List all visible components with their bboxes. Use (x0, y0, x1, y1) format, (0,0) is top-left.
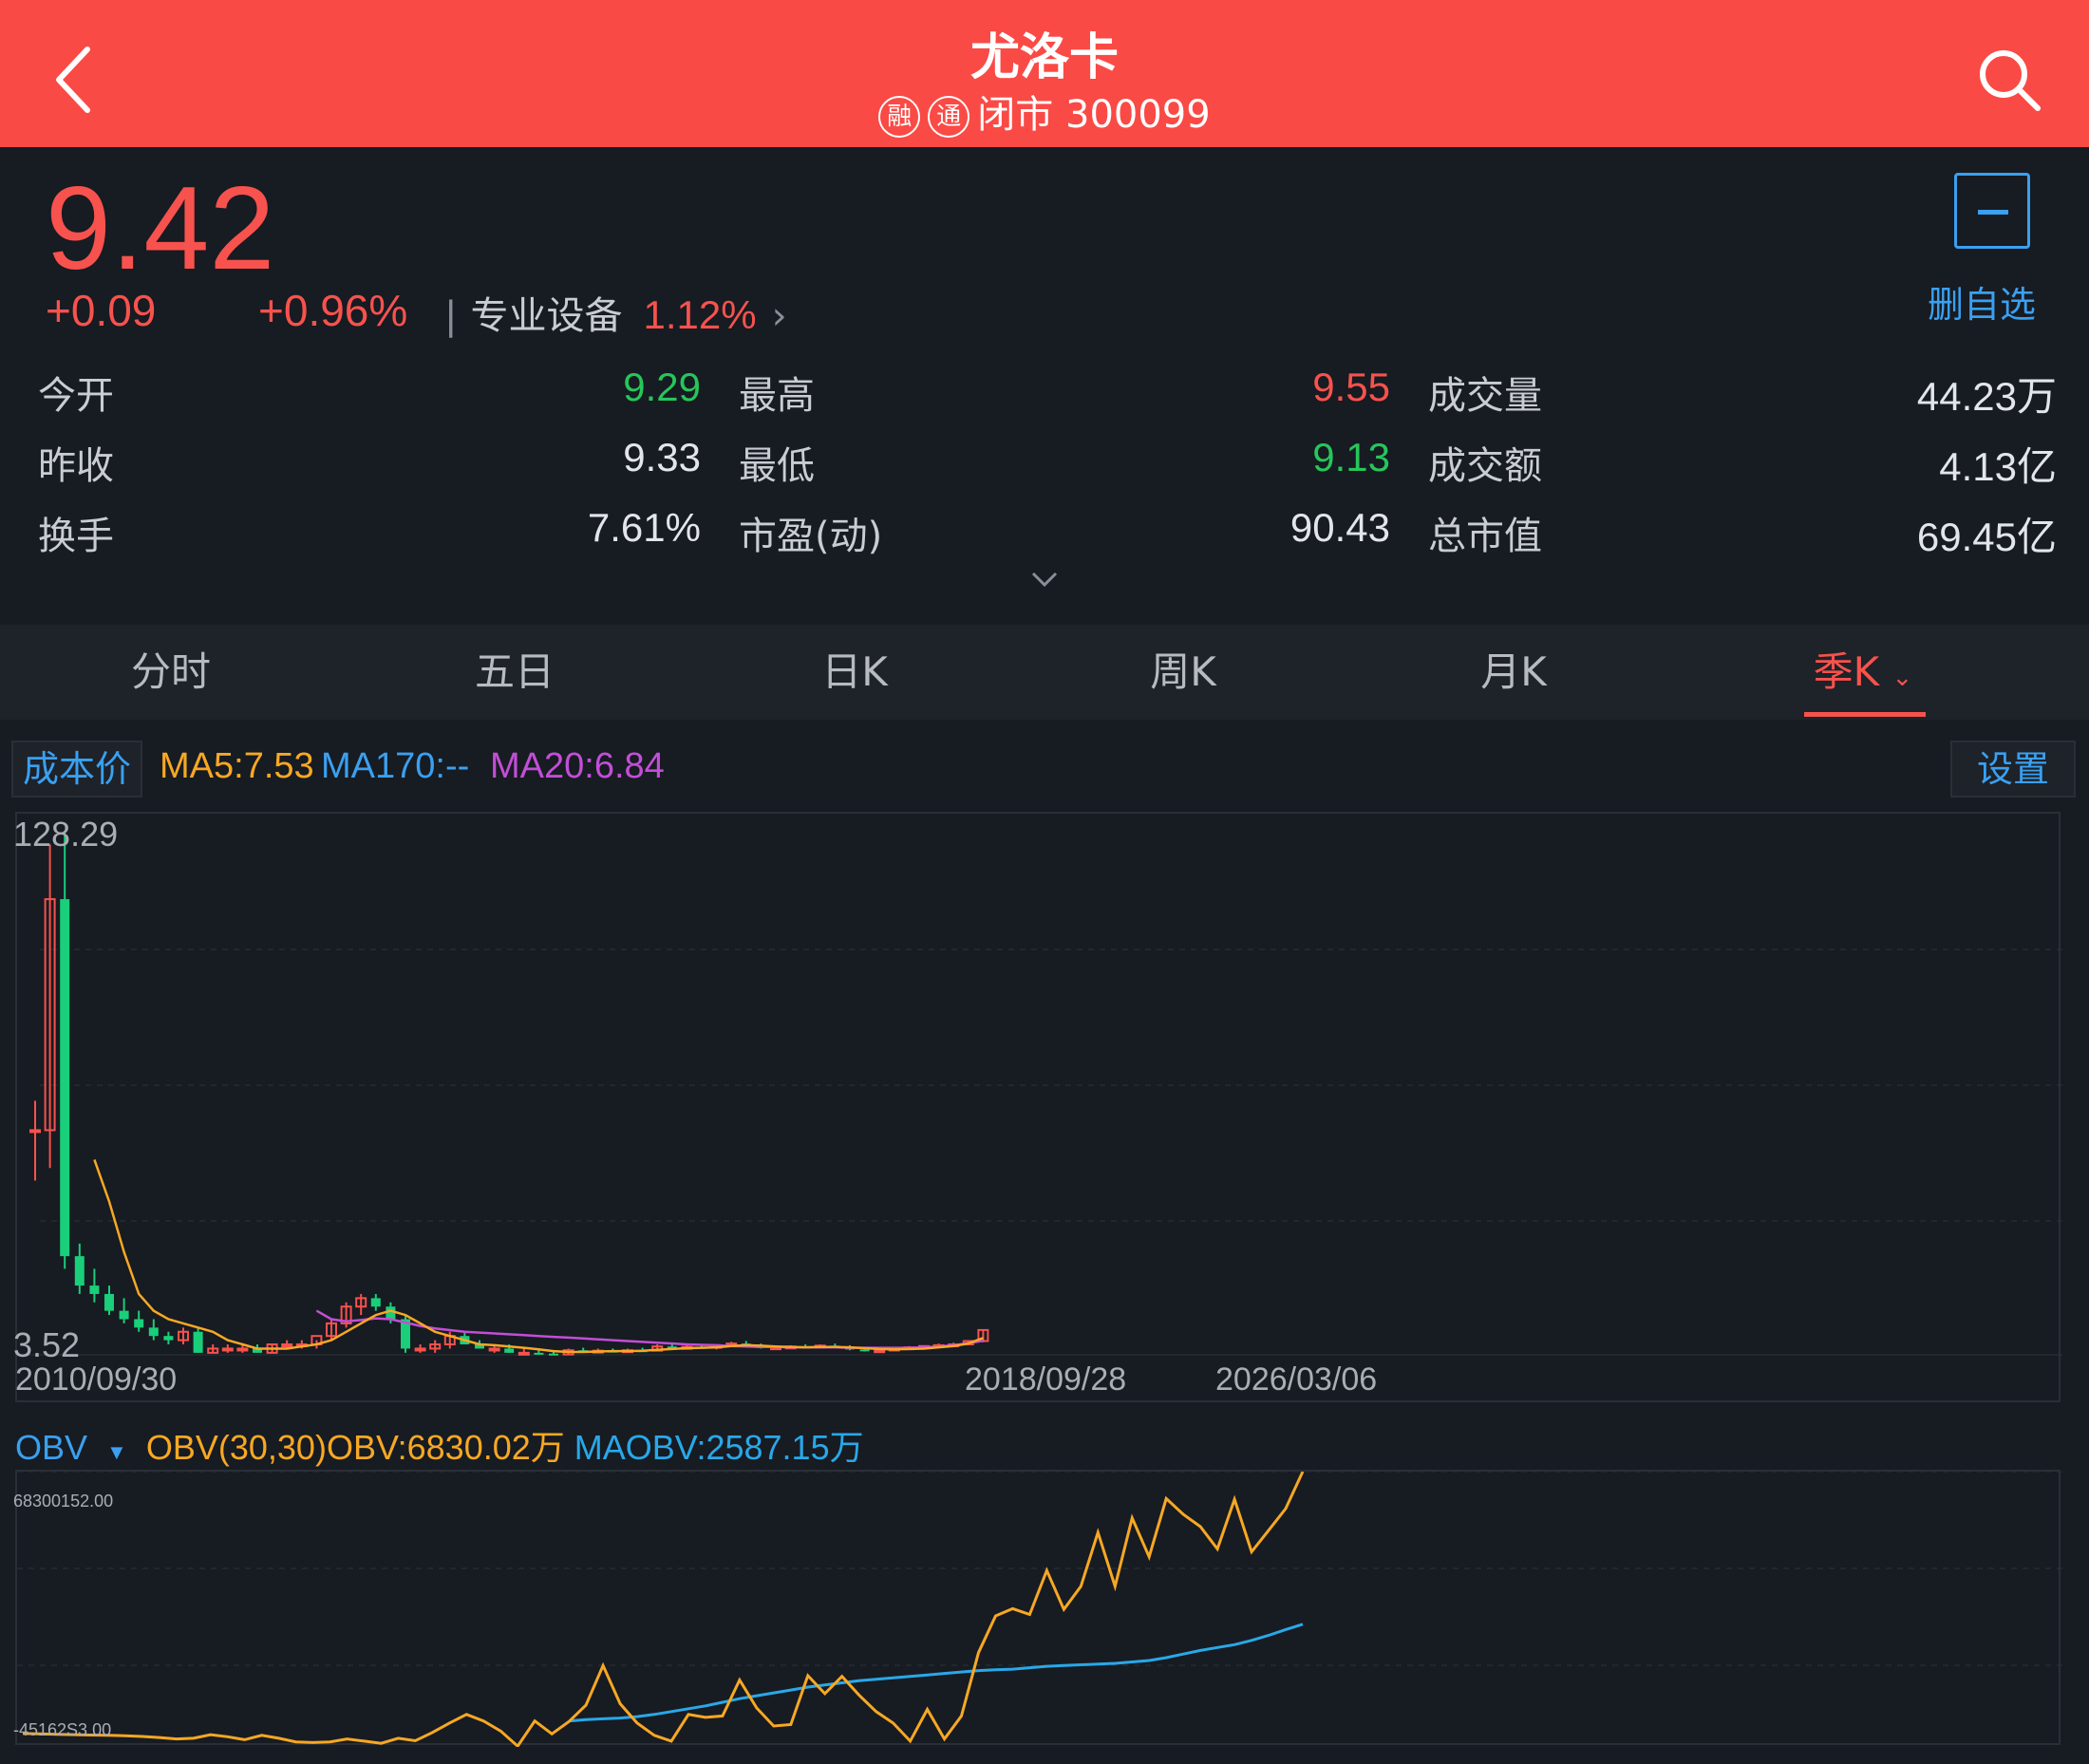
sector-link[interactable]: | 专业设备 1.12% › (444, 285, 787, 340)
candle-body (221, 1347, 234, 1352)
ma5-line (93, 1158, 984, 1354)
stat-label: 最高 (739, 374, 815, 418)
last-price: 9.42 (46, 163, 275, 294)
stat-value: 4.13亿 (1939, 444, 2057, 489)
search-icon[interactable] (1975, 46, 2043, 114)
candle-body (488, 1347, 500, 1352)
candle-body (504, 1348, 515, 1353)
x-label-end: 2026/03/06 (1215, 1361, 1378, 1398)
maobv-value: MAOBV:2587.15万 (574, 1428, 864, 1467)
obv-chart[interactable] (15, 1470, 2062, 1747)
market-status: 融通闭市 300099 (0, 84, 2089, 139)
candle-body (236, 1347, 249, 1352)
kline-svg (17, 831, 2062, 1356)
remove-watchlist-button[interactable] (1954, 173, 2030, 249)
sector-change: 1.12% (643, 292, 757, 337)
price-change-percent: +0.96% (258, 286, 408, 335)
obv-params: OBV(30,30) (145, 1428, 327, 1467)
candle-body (163, 1336, 174, 1341)
chevron-right-icon: › (771, 294, 787, 338)
caret-down-icon[interactable]: ▼ (106, 1440, 127, 1464)
tab-daily-k[interactable]: 日K (760, 625, 950, 720)
stat-label: 成交量 (1428, 374, 1542, 418)
stock-name: 尤洛卡 (969, 29, 1119, 86)
ma20-line (315, 1309, 984, 1349)
candle-body (74, 1256, 85, 1286)
stat-value: 9.33 (623, 435, 701, 479)
obv-legend: OBV ▼ OBV(30,30)OBV:6830.02万 MAOBV:2587.… (15, 1420, 864, 1470)
sector-name: 专业设备 (470, 294, 623, 338)
kline-chart[interactable] (15, 812, 2062, 1402)
tab-quarterly-k-label: 季K (1813, 648, 1880, 695)
obv-value: OBV:6830.02万 (326, 1428, 565, 1467)
stat-label: 成交额 (1428, 444, 1542, 488)
stat-label: 市盈(动) (739, 515, 883, 558)
stat-label: 昨收 (38, 444, 114, 488)
status-and-code: 闭市 300099 (977, 93, 1211, 137)
candle-body (549, 1353, 558, 1356)
stat-value: 9.55 (1312, 365, 1390, 409)
remove-watchlist-label[interactable]: 删自选 (1928, 275, 2036, 328)
maobv-line (568, 1623, 1304, 1723)
active-tab-indicator (1804, 712, 1926, 717)
stat-value: 9.13 (1312, 435, 1390, 479)
stat-value: 7.61% (587, 505, 701, 550)
stat-value: 90.43 (1289, 505, 1390, 550)
divider: | (444, 294, 458, 338)
candle-body (29, 1129, 41, 1134)
candle-body (134, 1319, 144, 1328)
connect-badge: 通 (928, 96, 970, 138)
obv-min-label: -45162S3.00 (13, 1720, 112, 1739)
chevron-down-icon: ⌄ (1891, 664, 1913, 692)
candle-body (534, 1352, 544, 1355)
stat-value: 44.23万 (1916, 374, 2057, 419)
ma170-label: MA170:-- (321, 746, 470, 786)
stat-label: 总市值 (1428, 515, 1542, 558)
ma5-label: MA5:7.53 (160, 746, 314, 786)
candle-body (370, 1298, 381, 1307)
tab-intraday[interactable]: 分时 (76, 625, 266, 720)
tab-quarterly-k[interactable]: 季K ⌄ (1768, 625, 1958, 720)
price-change: +0.09 (46, 286, 157, 335)
stat-label: 换手 (38, 515, 114, 558)
candle-body (104, 1293, 114, 1311)
obv-line (22, 1472, 1305, 1747)
obv-svg (17, 1472, 2062, 1747)
candle-body (89, 1285, 100, 1294)
stat-label: 今开 (38, 374, 114, 418)
settings-button[interactable]: 设置 (1950, 741, 2076, 798)
margin-badge: 融 (878, 96, 921, 138)
candle-body (119, 1310, 129, 1320)
x-label-start: 2010/09/30 (15, 1361, 178, 1398)
stat-value: 69.45亿 (1916, 515, 2057, 559)
ma20-label: MA20:6.84 (490, 746, 665, 786)
top-bar: 尤洛卡 融通闭市 300099 (0, 0, 2089, 147)
y-min-label: 3.52 (13, 1325, 81, 1364)
cost-price-button[interactable]: 成本价 (11, 741, 142, 798)
candle-body (874, 1349, 886, 1354)
tab-monthly-k[interactable]: 月K (1419, 625, 1609, 720)
candle-body (859, 1349, 870, 1352)
x-label-mid: 2018/09/28 (965, 1361, 1127, 1398)
candle-body (193, 1331, 203, 1353)
tab-weekly-k[interactable]: 周K (1088, 625, 1278, 720)
chevron-down-icon[interactable] (1029, 564, 1060, 594)
candle-body (281, 1343, 293, 1348)
candle-body (414, 1347, 426, 1352)
candle-body (60, 899, 70, 1257)
candle-body (518, 1351, 530, 1356)
stat-value: 9.29 (623, 365, 701, 409)
candle-body (148, 1327, 159, 1337)
y-max-label: 128.29 (13, 815, 119, 854)
obv-max-label: 68300152.00 (13, 1492, 114, 1511)
tab-five-day[interactable]: 五日 (420, 625, 610, 720)
stat-label: 最低 (739, 444, 815, 488)
obv-indicator-name[interactable]: OBV (15, 1428, 87, 1467)
period-tabs: 分时 五日 日K 周K 月K 季K ⌄ (0, 625, 2089, 720)
